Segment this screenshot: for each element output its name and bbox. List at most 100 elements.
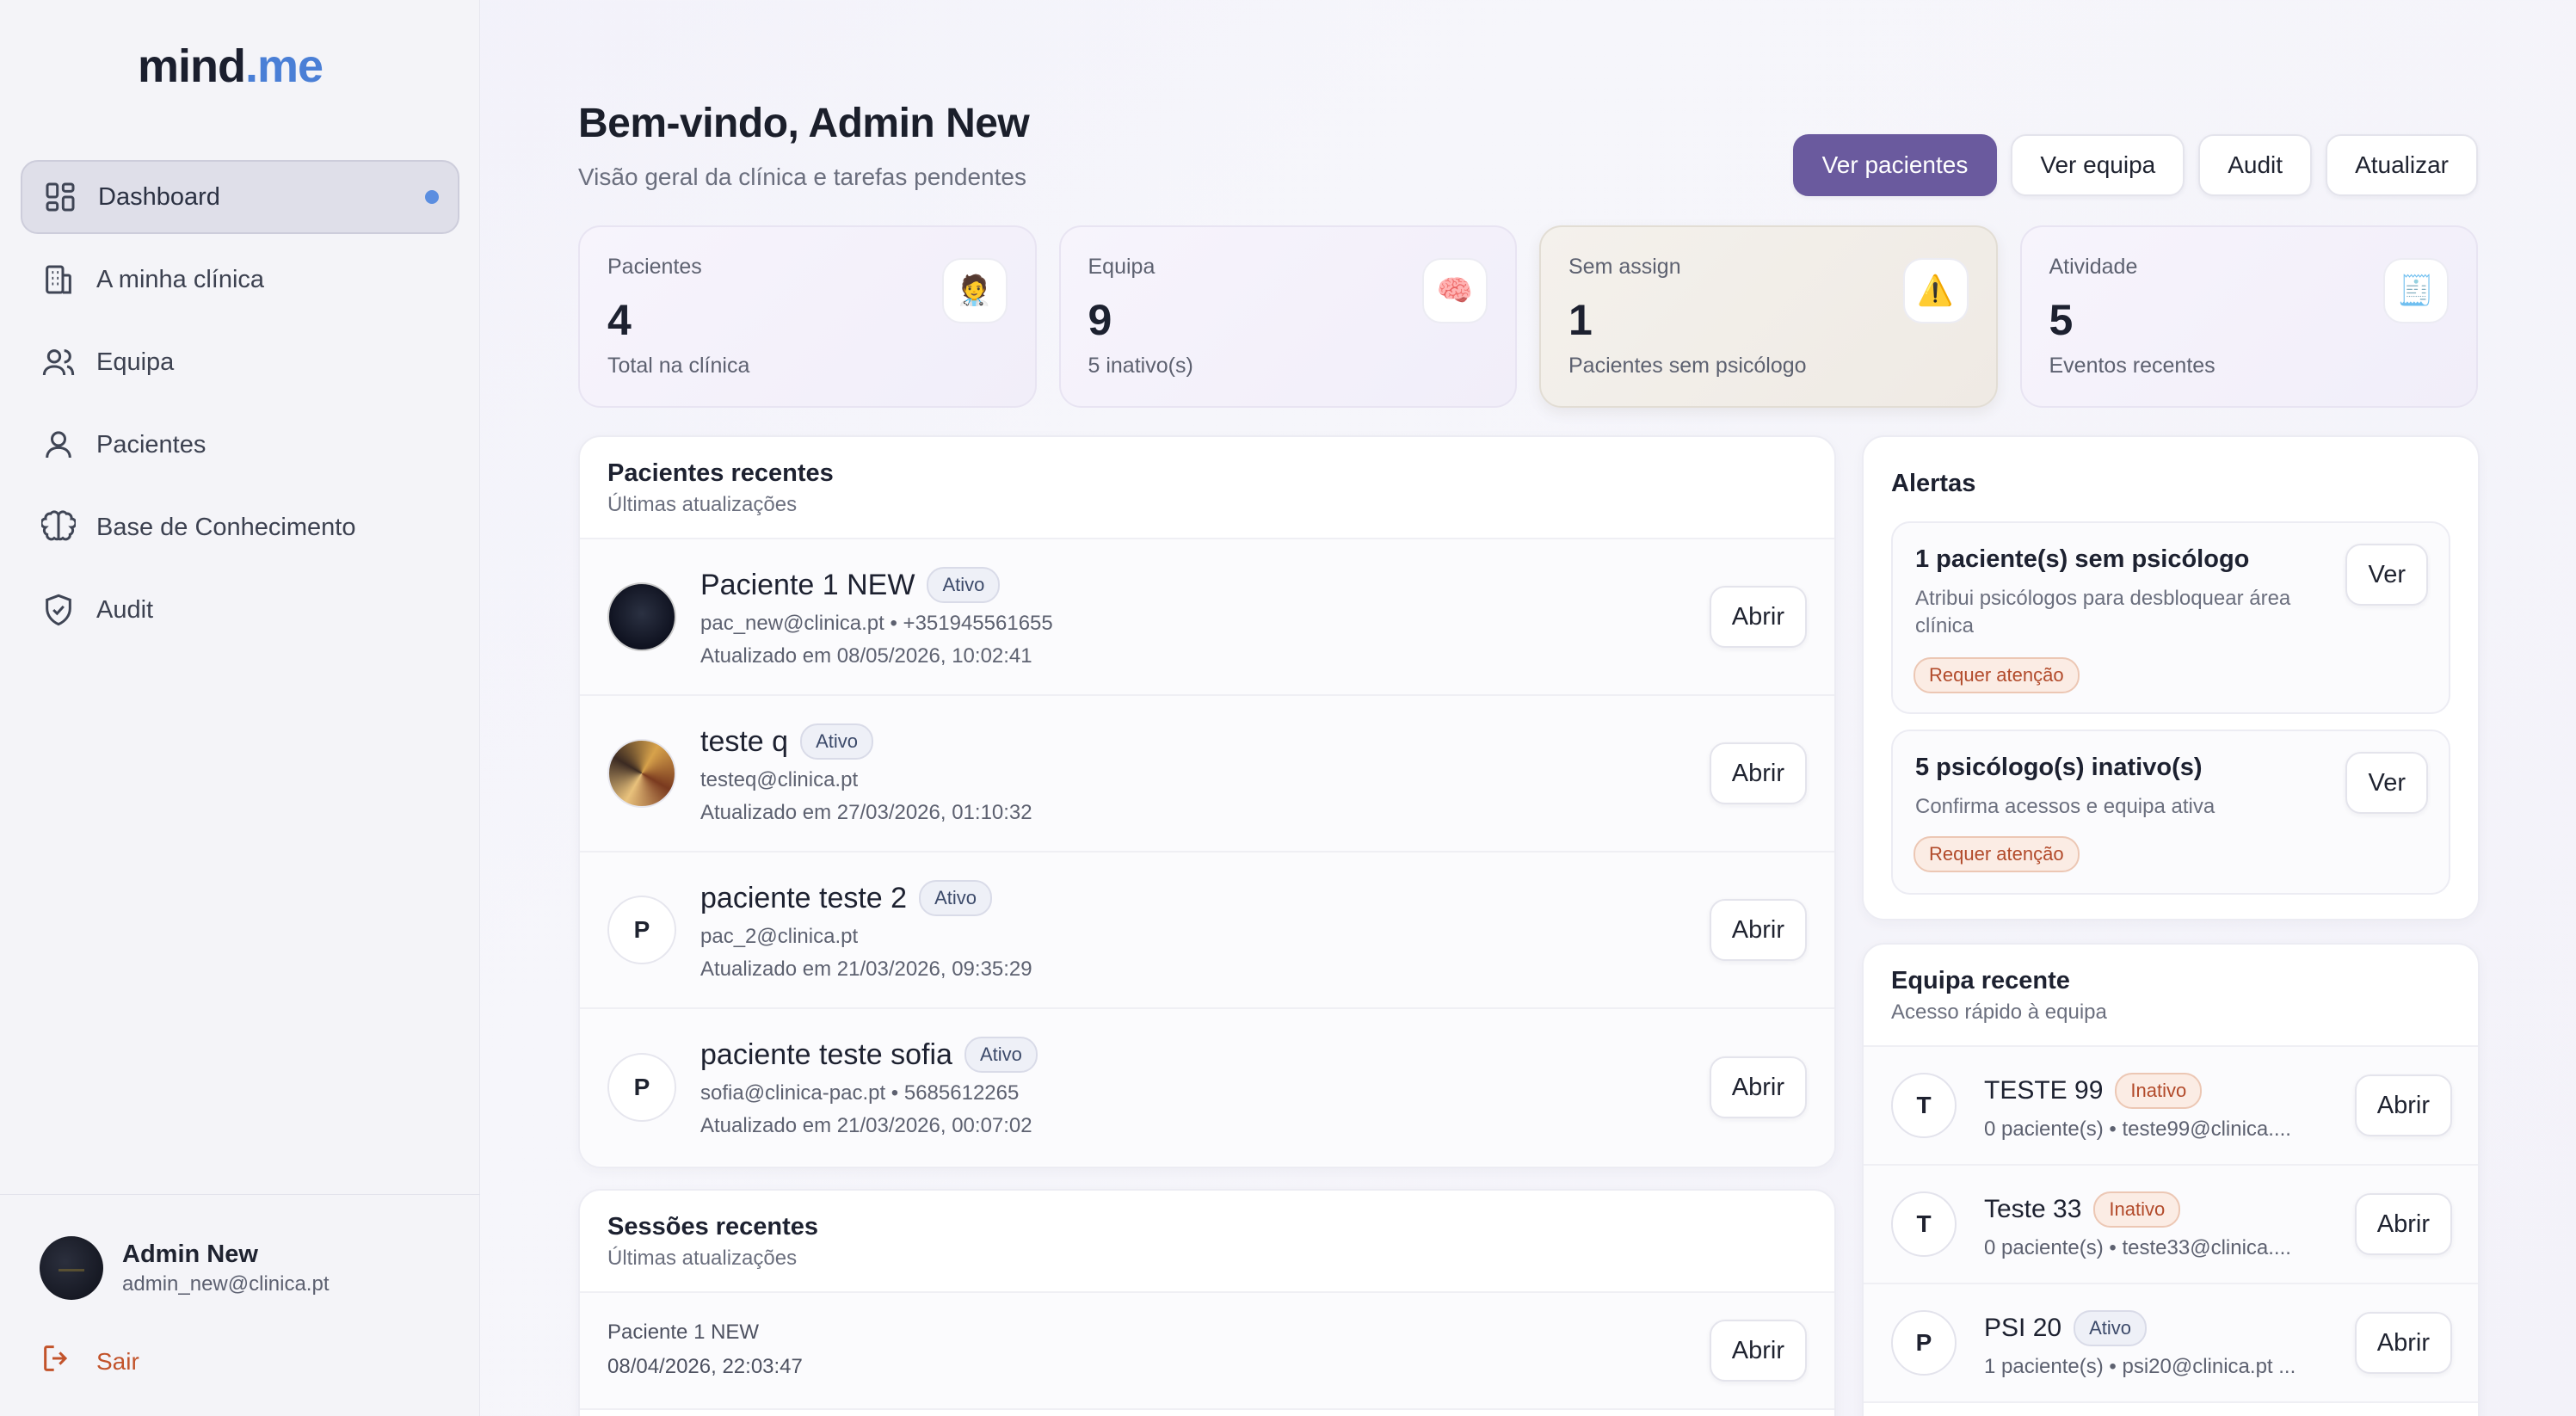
sidebar-item-knowledge-base[interactable]: Base de Conhecimento (21, 490, 459, 564)
view-patients-button[interactable]: Ver pacientes (1792, 134, 1998, 196)
sidebar-item-label: Dashboard (98, 182, 220, 211)
stat-card-unassigned[interactable]: Sem assign 1 Pacientes sem psicólogo ⚠️ (1539, 225, 1998, 408)
card-header: Pacientes recentes Últimas atualizações (580, 437, 1834, 539)
brain-icon (40, 510, 77, 545)
open-patient-button[interactable]: Abrir (1709, 1056, 1807, 1118)
patient-contact: pac_2@clinica.pt (700, 925, 859, 948)
main-content: Bem-vindo, Admin New Visão geral da clín… (480, 0, 2576, 1416)
status-badge: Inativo (2093, 1191, 2181, 1228)
sidebar-item-team[interactable]: Equipa (21, 325, 459, 399)
stat-card-activity[interactable]: Atividade 5 Eventos recentes 🧾 (2019, 225, 2478, 408)
team-member-meta: 0 paciente(s) • teste99@clinica.... (1984, 1117, 2291, 1141)
patient-row[interactable]: P paciente teste sofia Ativo sofia@clini… (580, 1009, 1834, 1166)
status-badge: Ativo (964, 1037, 1038, 1073)
card-subtitle: Acesso rápido à equipa (1891, 1000, 2107, 1024)
sidebar-item-patients[interactable]: Pacientes (21, 408, 459, 482)
receipt-icon: 🧾 (2383, 258, 2449, 323)
open-patient-button[interactable]: Abrir (1709, 899, 1807, 961)
team-row[interactable]: T Teste 33 Inativo 0 paciente(s) • teste… (1864, 1166, 2478, 1284)
alert-title: 1 paciente(s) sem psicólogo (1915, 545, 2250, 573)
brand-logo[interactable]: mind.me (138, 40, 324, 93)
logout-label: Sair (96, 1347, 139, 1375)
sidebar-item-label: Equipa (96, 348, 175, 376)
alert-item: 1 paciente(s) sem psicólogo Atribui psic… (1891, 521, 2450, 714)
team-avatar: T (1891, 1073, 1957, 1138)
card-title: Sessões recentes (607, 1213, 819, 1241)
team-member-meta: 1 paciente(s) • psi20@clinica.pt ... (1984, 1355, 2296, 1378)
patient-row[interactable]: P paciente teste 2 Ativo pac_2@clinica.p… (580, 853, 1834, 1009)
patient-updated: Atualizado em 21/03/2026, 09:35:29 (700, 957, 1032, 981)
open-session-button[interactable]: Abrir (1709, 1320, 1807, 1382)
patient-avatar (607, 739, 676, 808)
patient-updated: Atualizado em 21/03/2026, 00:07:02 (700, 1114, 1032, 1137)
open-team-member-button[interactable]: Abrir (2354, 1074, 2452, 1136)
team-member-name: PSI 20 (1984, 1314, 2062, 1342)
card-header: Sessões recentes Últimas atualizações (580, 1191, 1834, 1293)
sidebar-item-label: Pacientes (96, 430, 206, 459)
users-icon (41, 345, 76, 379)
open-patient-button[interactable]: Abrir (1709, 742, 1807, 804)
team-avatar: T (1891, 1191, 1957, 1257)
brain-icon: 🧠 (1422, 258, 1488, 323)
patient-updated: Atualizado em 27/03/2026, 01:10:32 (700, 801, 1032, 824)
open-team-member-button[interactable]: Abrir (2354, 1193, 2452, 1255)
status-badge: Ativo (927, 567, 1001, 603)
team-member-name: TESTE 99 (1984, 1076, 2104, 1105)
view-team-button[interactable]: Ver equipa (2011, 134, 2185, 196)
refresh-button[interactable]: Atualizar (2326, 134, 2478, 196)
patient-contact: testeq@clinica.pt (700, 768, 859, 791)
stat-card-patients[interactable]: Pacientes 4 Total na clínica 🧑‍⚕️ (578, 225, 1037, 408)
alert-description: Confirma acessos e equipa ativa (1915, 795, 2215, 818)
session-date: 08/04/2026, 22:03:47 (607, 1355, 803, 1378)
page-subtitle: Visão geral da clínica e tarefas pendent… (578, 163, 1026, 190)
status-badge: Ativo (919, 880, 992, 916)
card-header: Equipa recente Acesso rápido à equipa (1864, 945, 2478, 1047)
recent-patients-card: Pacientes recentes Últimas atualizações … (578, 435, 1836, 1168)
alert-title: 5 psicólogo(s) inativo(s) (1915, 754, 2203, 781)
alert-item: 5 psicólogo(s) inativo(s) Confirma acess… (1891, 730, 2450, 895)
status-badge: Inativo (2115, 1073, 2203, 1109)
doctor-icon: 🧑‍⚕️ (941, 258, 1008, 323)
view-alert-button[interactable]: Ver (2345, 752, 2428, 814)
card-title: Alertas (1891, 470, 1976, 497)
logout-button[interactable]: Sair (40, 1341, 139, 1382)
current-user[interactable]: Admin New admin_new@clinica.pt (40, 1236, 329, 1300)
brand-name-main: mind (138, 40, 246, 92)
patient-contact: sofia@clinica-pac.pt • 5685612265 (700, 1081, 1020, 1105)
status-badge: Ativo (2074, 1310, 2147, 1346)
patient-contact: pac_new@clinica.pt • +351945561655 (700, 612, 1053, 635)
view-alert-button[interactable]: Ver (2345, 544, 2428, 606)
card-subtitle: Últimas atualizações (607, 493, 798, 516)
team-row[interactable]: P PSI 20 Ativo 1 paciente(s) • psi20@cli… (1864, 1284, 2478, 1403)
recent-team-card: Equipa recente Acesso rápido à equipa T … (1862, 943, 2480, 1416)
sidebar-footer: Admin New admin_new@clinica.pt Sair (0, 1194, 480, 1416)
open-team-member-button[interactable]: Abrir (2354, 1312, 2452, 1374)
team-avatar: P (1891, 1310, 1957, 1376)
patient-name: paciente teste 2 (700, 881, 908, 914)
alerts-card: Alertas 1 paciente(s) sem psicólogo Atri… (1862, 435, 2480, 920)
status-badge: Ativo (800, 723, 873, 760)
stat-card-team[interactable]: Equipa 9 5 inativo(s) 🧠 (1058, 225, 1517, 408)
active-indicator (425, 190, 439, 204)
patient-row[interactable]: Paciente 1 NEW Ativo pac_new@clinica.pt … (580, 539, 1834, 696)
team-row[interactable]: T TESTE 99 Inativo 0 paciente(s) • teste… (1864, 1047, 2478, 1166)
patient-avatar (607, 582, 676, 651)
session-patient: Paciente 1 NEW (607, 1321, 760, 1344)
session-row[interactable]: Paciente 1 NEW 08/04/2026, 22:03:47 Abri… (580, 1293, 1834, 1410)
patient-row[interactable]: teste q Ativo testeq@clinica.pt Atualiza… (580, 696, 1834, 853)
card-title: Equipa recente (1891, 967, 2070, 994)
header-actions: Ver pacientes Ver equipa Audit Atualizar (1792, 134, 2478, 196)
audit-button[interactable]: Audit (2198, 134, 2313, 196)
patient-name: teste q (700, 724, 789, 758)
sidebar-item-dashboard[interactable]: Dashboard (21, 160, 459, 234)
sidebar-item-audit[interactable]: Audit (21, 573, 459, 647)
page-title: Bem-vindo, Admin New (578, 101, 1030, 146)
sidebar-item-clinic[interactable]: A minha clínica (21, 243, 459, 317)
patient-name: Paciente 1 NEW (700, 568, 915, 601)
sidebar-item-label: Base de Conhecimento (96, 513, 356, 541)
patient-name: paciente teste sofia (700, 1037, 952, 1071)
open-patient-button[interactable]: Abrir (1709, 586, 1807, 648)
user-email: admin_new@clinica.pt (122, 1271, 330, 1296)
brand-name-accent: .me (245, 40, 324, 92)
patient-avatar: P (607, 896, 676, 964)
